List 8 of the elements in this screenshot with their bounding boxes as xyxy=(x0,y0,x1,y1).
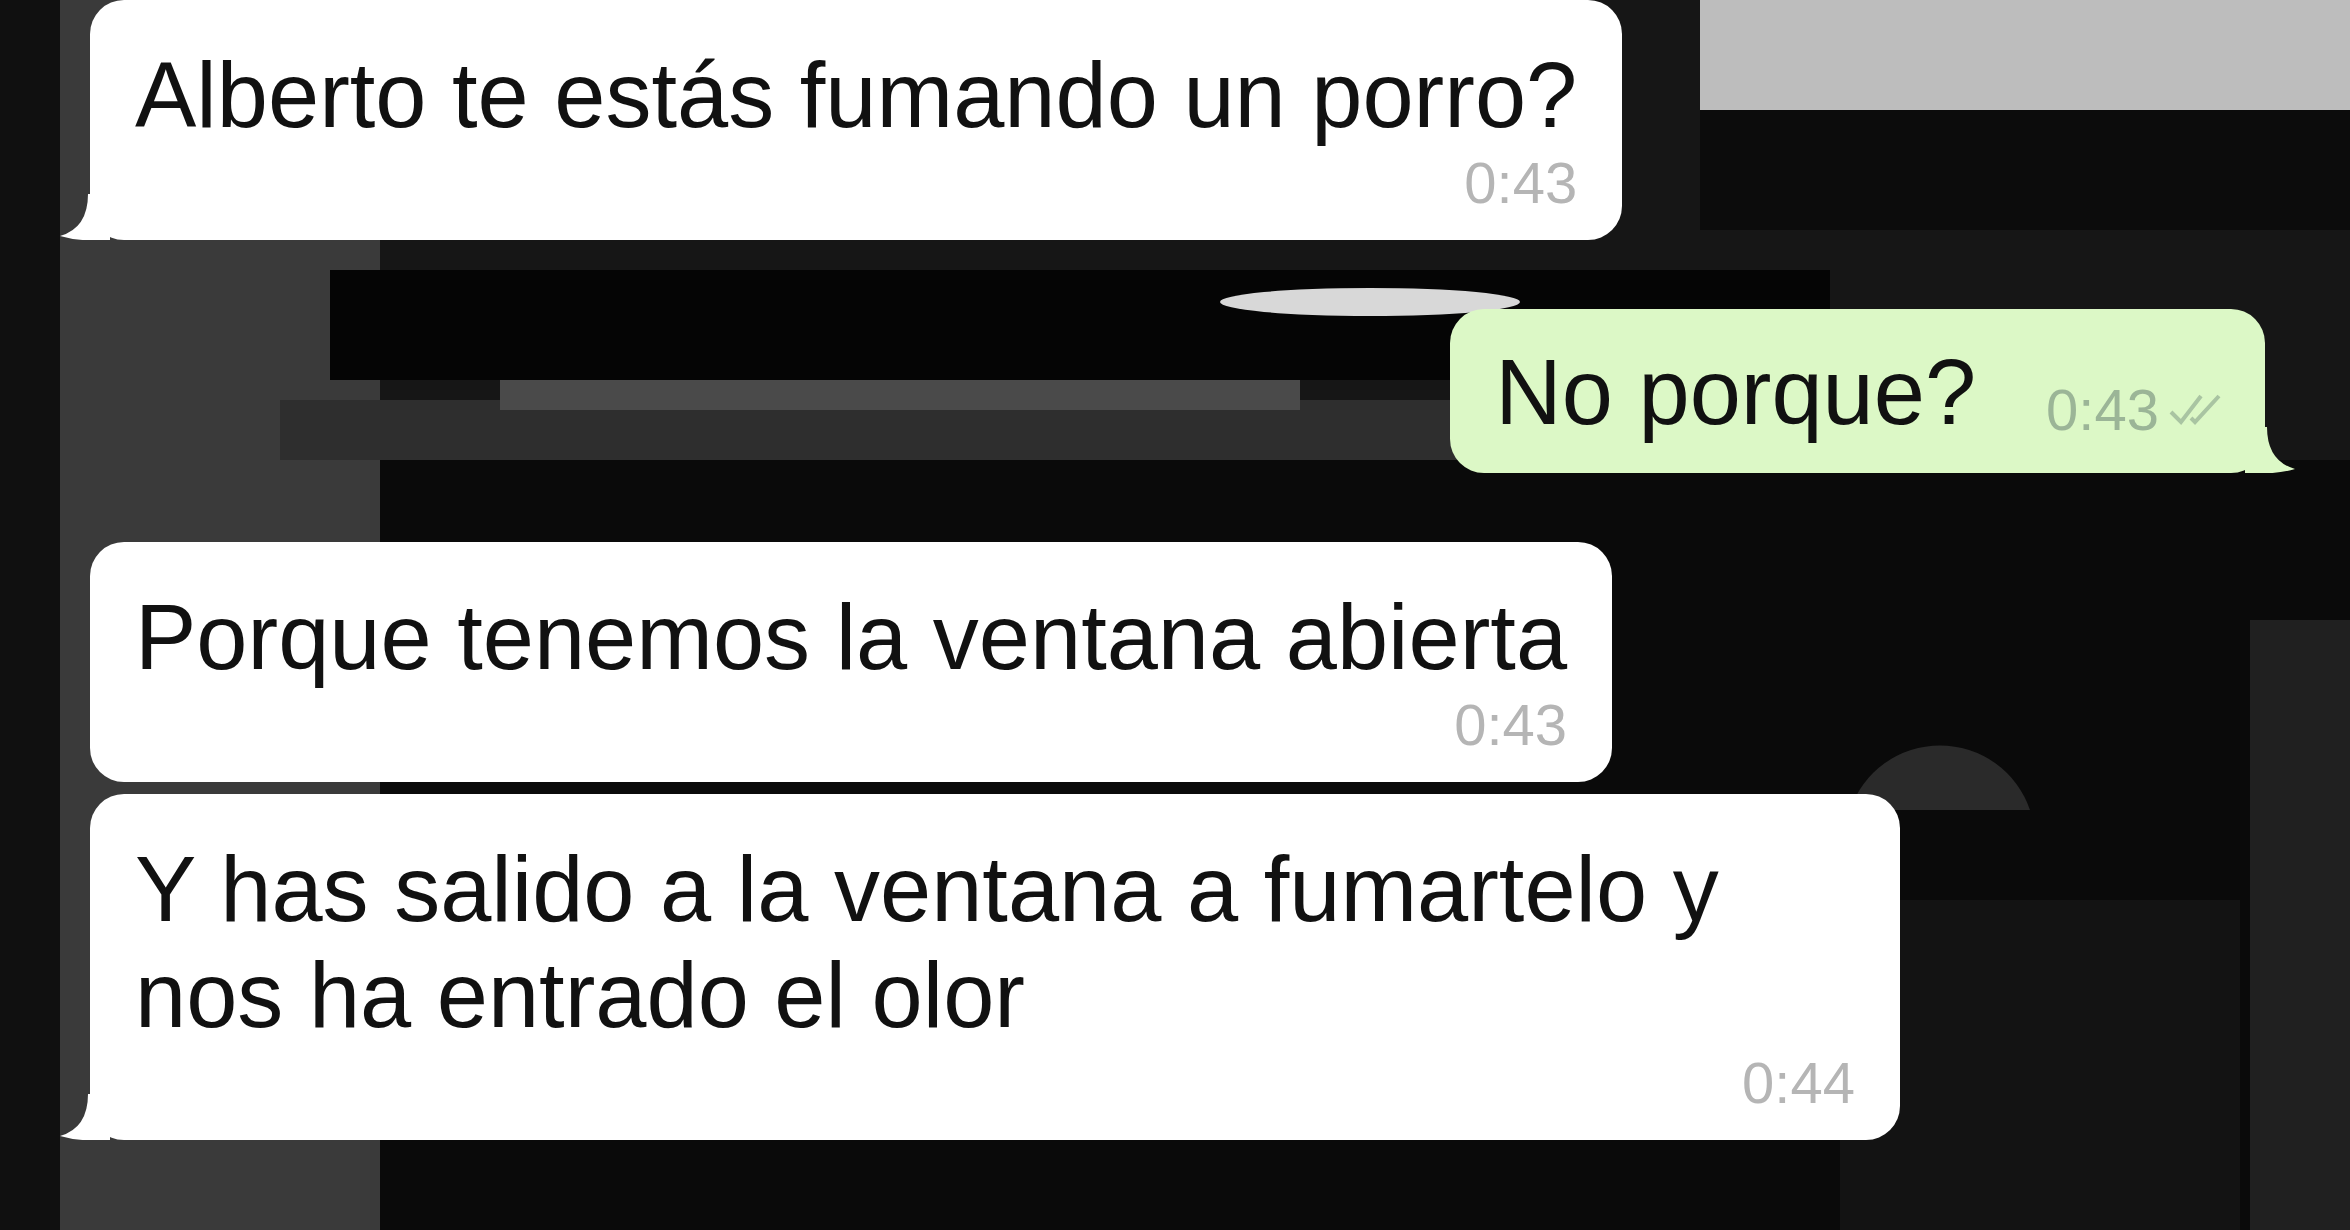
message-text: No porque? xyxy=(1495,340,1977,445)
message-text: Porque tenemos la ventana abierta xyxy=(135,585,1568,690)
message-time: 0:43 xyxy=(2046,376,2159,444)
message-text: Alberto te estás fumando un porro? xyxy=(135,43,1578,148)
message-time: 0:43 xyxy=(1454,691,1568,759)
message-time: 0:43 xyxy=(1464,149,1578,217)
message-time: 0:44 xyxy=(1742,1049,1855,1117)
message-text: Y has salido a la ventana a fumartelo y nos ha entrado el olor xyxy=(135,837,1720,1048)
